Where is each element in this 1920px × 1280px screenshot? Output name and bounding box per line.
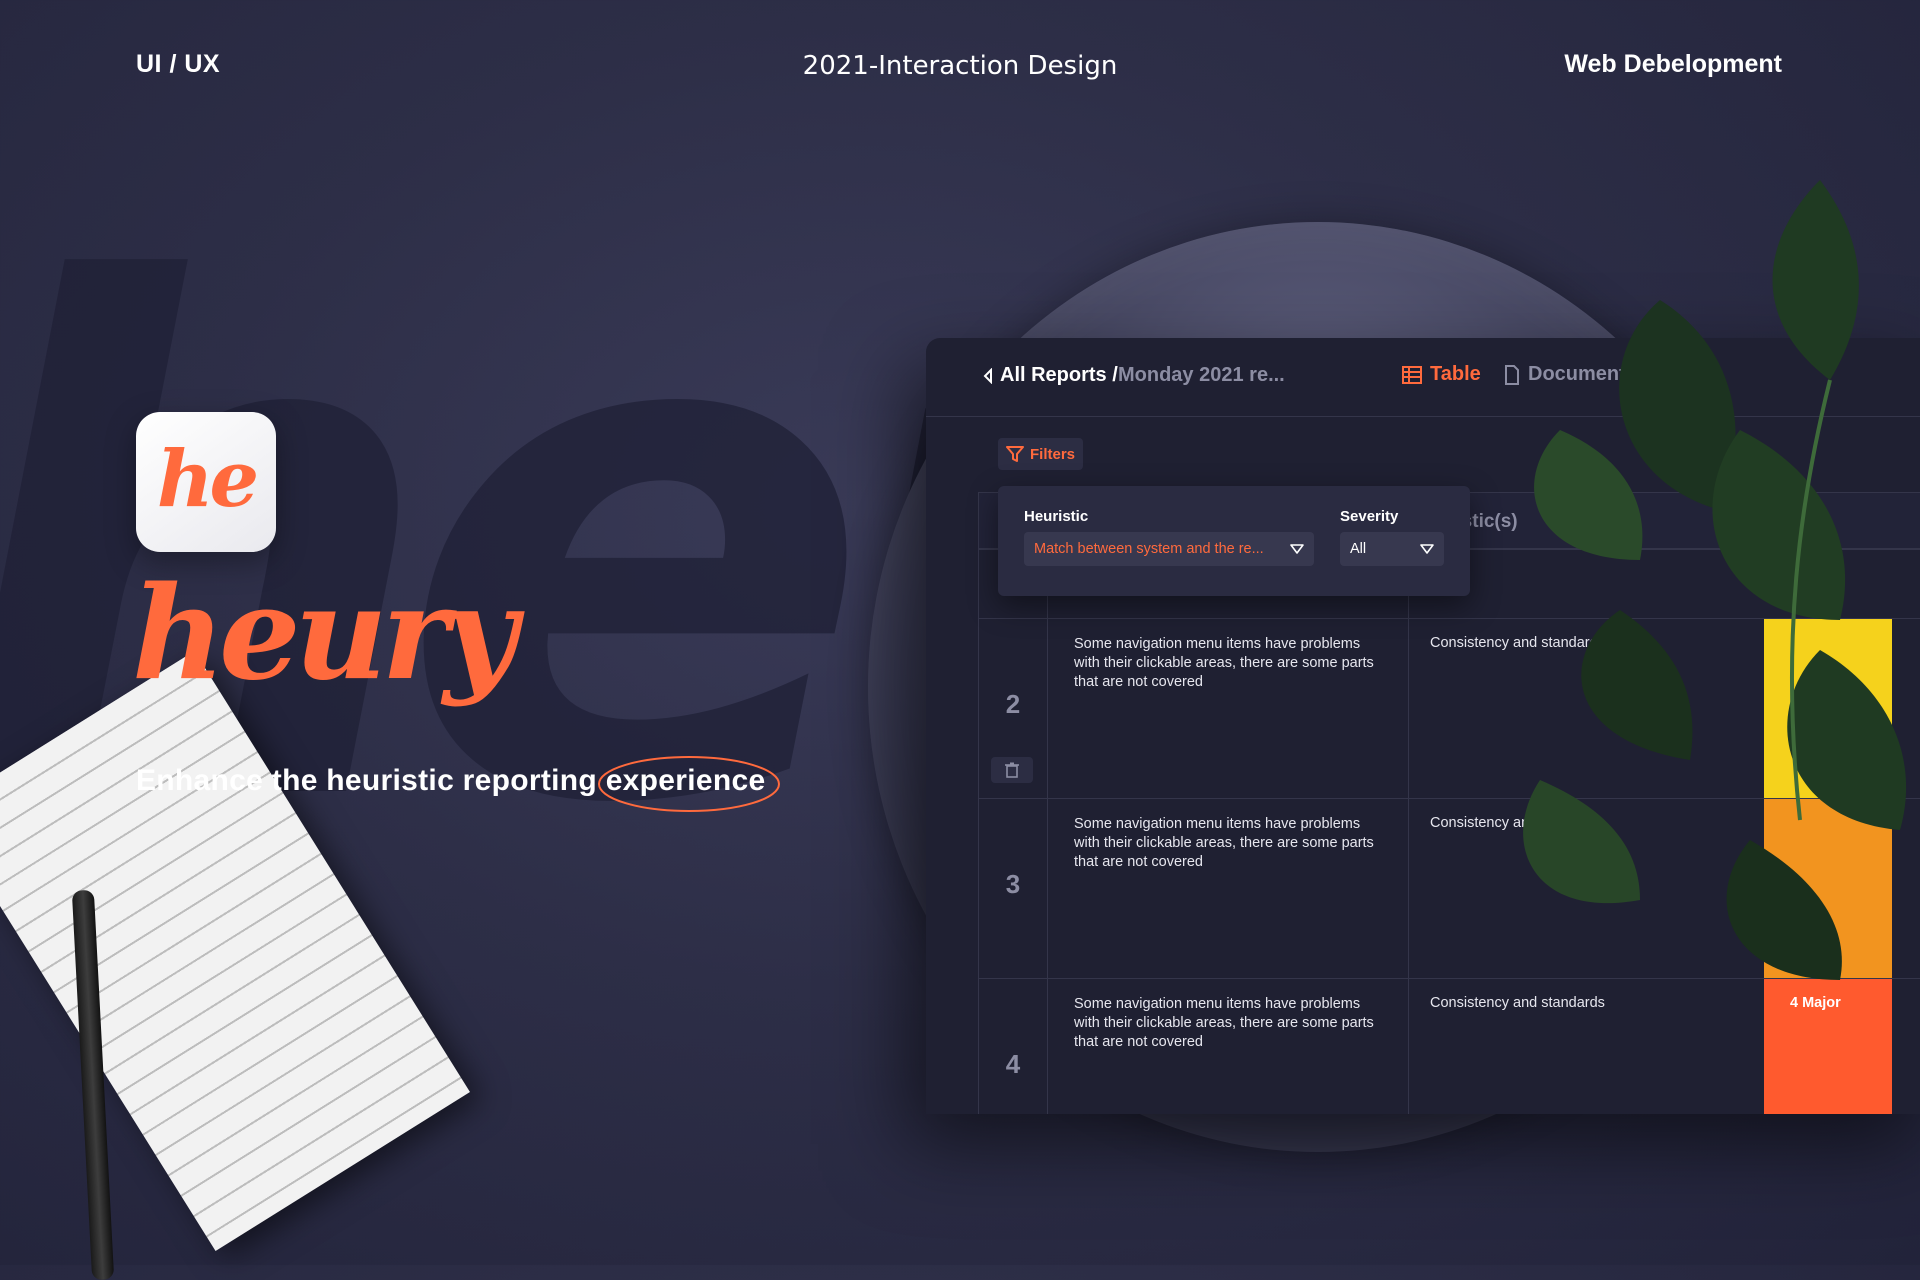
plant-leaves-image	[1523, 180, 1907, 980]
app-icon: he	[136, 412, 276, 552]
breadcrumb-all-reports[interactable]: All Reports /	[1000, 364, 1118, 387]
row-number: 2	[1005, 689, 1021, 719]
filters-label: Filters	[1030, 445, 1076, 463]
tagline-prefix: Enhance the heuristic reporting	[136, 764, 606, 797]
trash-icon	[1005, 762, 1019, 778]
severity-select-value: All	[1350, 541, 1367, 557]
tagline-highlight-wrap: experience	[597, 756, 780, 812]
hand-drawn-ellipse-icon	[597, 756, 780, 812]
row-description: Some navigation menu items have problems…	[1074, 636, 1374, 690]
chevron-down-icon	[1290, 544, 1304, 554]
back-chevron-icon[interactable]	[982, 368, 994, 384]
app-icon-text: he	[156, 433, 259, 525]
table-icon	[1402, 365, 1422, 384]
top-right-label: Web Debelopment	[1564, 50, 1782, 78]
severity-filter-label: Severity	[1340, 508, 1399, 525]
heuristic-filter-label: Heuristic	[1024, 508, 1089, 525]
heuristic-select[interactable]: Match between system and the re...	[1024, 532, 1314, 566]
delete-row-button[interactable]	[991, 757, 1033, 783]
tagline: Enhance the heuristic reporting experien…	[136, 756, 780, 812]
tab-table-label: Table	[1430, 363, 1481, 385]
row-number: 3	[1005, 869, 1021, 899]
severity-select[interactable]: All	[1340, 532, 1444, 566]
filters-button[interactable]: Filters	[998, 438, 1084, 470]
breadcrumb-current: Monday 2021 re...	[1118, 364, 1285, 386]
heuristic-select-value: Match between system and the re...	[1034, 541, 1264, 557]
brand-logo: heury	[132, 559, 517, 709]
tab-table[interactable]: Table	[1402, 363, 1481, 386]
row-description: Some navigation menu items have problems…	[1074, 816, 1374, 870]
filter-popover: Heuristic Severity Match between system …	[998, 486, 1470, 596]
filter-funnel-icon	[1006, 446, 1024, 462]
chevron-down-icon	[1420, 544, 1434, 554]
row-description: Some navigation menu items have problems…	[1074, 996, 1374, 1050]
row-number: 4	[1005, 1049, 1021, 1079]
